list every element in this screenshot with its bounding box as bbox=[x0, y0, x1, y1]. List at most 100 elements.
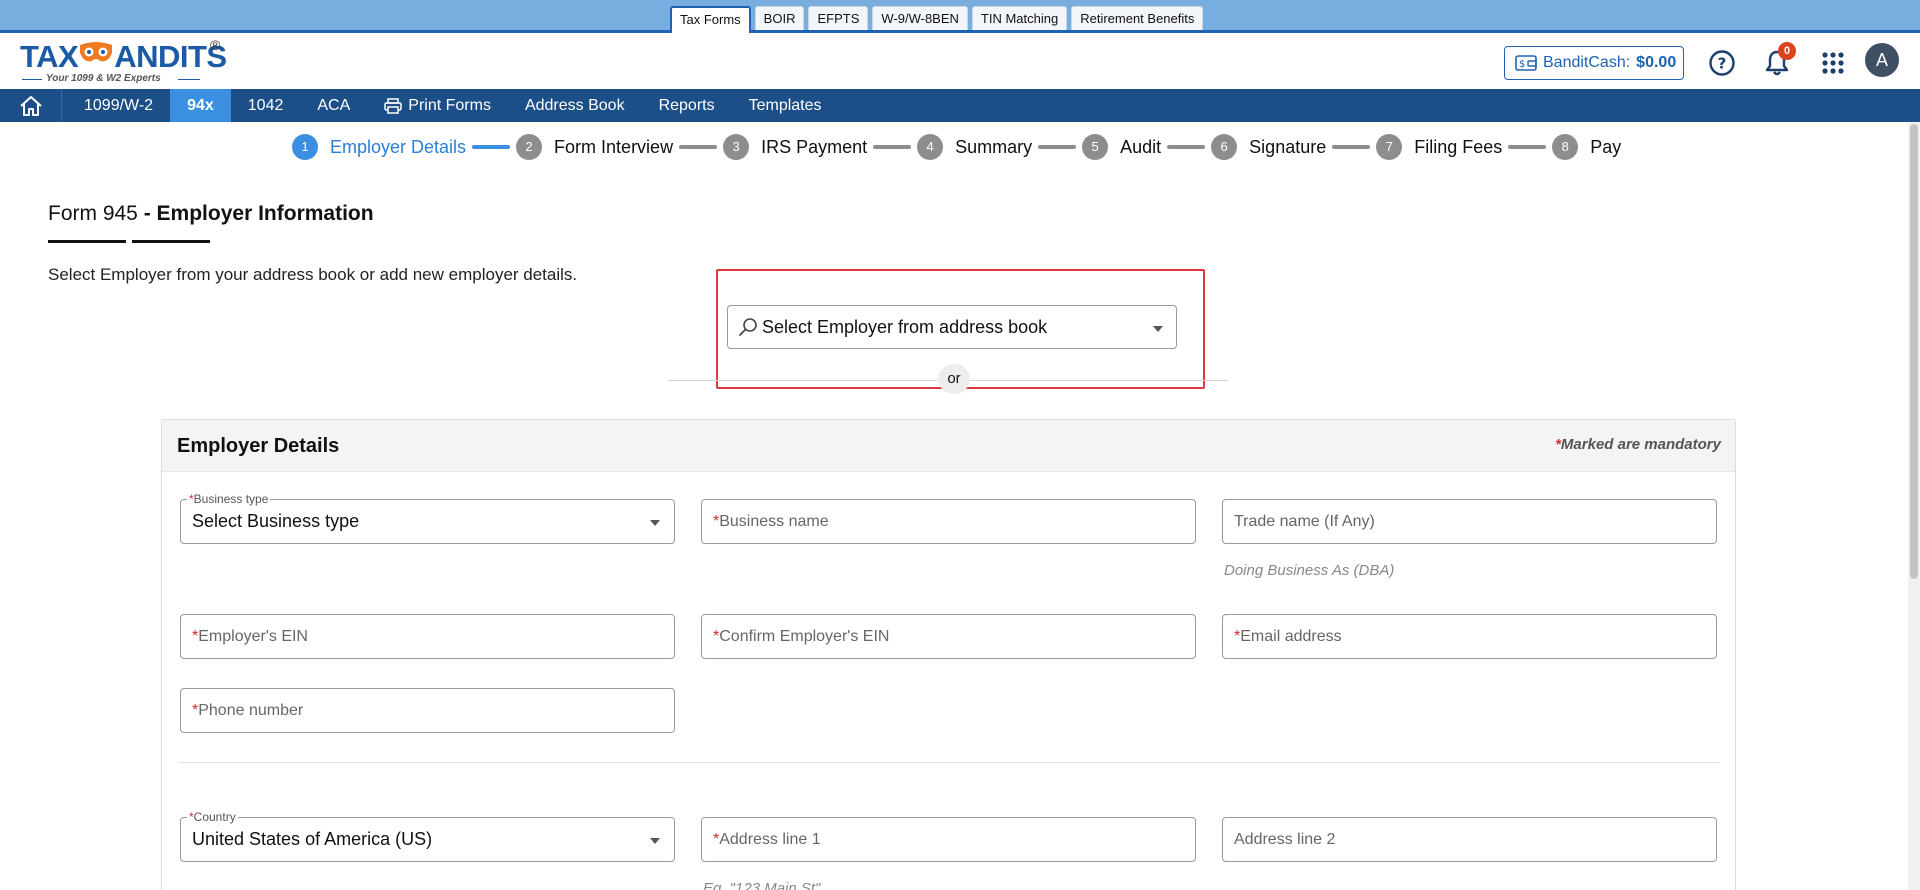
step-number: 4 bbox=[917, 134, 944, 160]
title-text: Employer Information bbox=[156, 202, 374, 225]
employer-instruction: Select Employer from your address book o… bbox=[48, 265, 578, 284]
owl-mask-icon bbox=[80, 42, 113, 62]
tab-tin-matching[interactable]: TIN Matching bbox=[971, 6, 1068, 30]
chevron-down-icon bbox=[650, 520, 660, 526]
step-connector bbox=[1508, 145, 1547, 149]
step-employer-details[interactable]: 1 Employer Details bbox=[292, 134, 516, 160]
step-connector bbox=[1332, 145, 1371, 149]
step-connector bbox=[472, 145, 511, 149]
address-line-2-field[interactable]: Address line 2 bbox=[1222, 817, 1717, 862]
address-line-1-placeholder: Address line 1 bbox=[719, 830, 821, 848]
address-line-2-placeholder: Address line 2 bbox=[1234, 830, 1336, 848]
step-number: 6 bbox=[1211, 134, 1238, 160]
employer-ein-placeholder: Employer's EIN bbox=[198, 627, 308, 645]
app-header: TAX ANDITS ® Your 1099 & W2 Experts $ Ban… bbox=[0, 33, 1920, 89]
logo-tagline: Your 1099 & W2 Experts bbox=[46, 73, 161, 84]
page-scrollbar[interactable] bbox=[1908, 122, 1920, 890]
email-placeholder: Email address bbox=[1240, 627, 1342, 645]
step-connector bbox=[1038, 145, 1077, 149]
step-number: 7 bbox=[1376, 134, 1403, 160]
step-signature[interactable]: 6 Signature bbox=[1211, 134, 1376, 160]
main-nav: 1099/W-2 94x 1042 ACA Print Forms Addres… bbox=[0, 89, 1920, 122]
trade-name-helper: Doing Business As (DBA) bbox=[1224, 562, 1395, 579]
step-number: 1 bbox=[292, 134, 318, 160]
business-type-select[interactable]: *Business type Select Business type bbox=[180, 492, 675, 544]
nav-print-forms-label: Print Forms bbox=[408, 96, 491, 114]
business-type-value: Select Business type bbox=[192, 511, 360, 531]
nav-address-book[interactable]: Address Book bbox=[508, 89, 642, 122]
product-tab-strip: Tax Forms BOIR EFPTS W-9/W-8BEN TIN Matc… bbox=[0, 0, 1920, 33]
step-audit[interactable]: 5 Audit bbox=[1082, 134, 1211, 160]
tab-retirement-benefits[interactable]: Retirement Benefits bbox=[1071, 6, 1204, 30]
step-label: Summary bbox=[955, 136, 1033, 157]
trade-name-field[interactable]: Trade name (If Any) bbox=[1222, 499, 1717, 544]
nav-templates[interactable]: Templates bbox=[732, 89, 839, 122]
chevron-down-icon bbox=[1153, 326, 1163, 332]
business-name-placeholder: Business name bbox=[719, 512, 829, 530]
phone-number-field[interactable]: * Phone number bbox=[180, 688, 675, 733]
card-title: Employer Details bbox=[177, 435, 340, 457]
printer-icon bbox=[384, 97, 403, 114]
step-number: 5 bbox=[1082, 134, 1109, 160]
step-label: Audit bbox=[1120, 136, 1162, 157]
nav-reports[interactable]: Reports bbox=[642, 89, 732, 122]
tab-tax-forms[interactable]: Tax Forms bbox=[670, 6, 751, 33]
bandit-cash-button[interactable]: $ BanditCash: $0.00 bbox=[1504, 46, 1684, 80]
step-irs-payment[interactable]: 3 IRS Payment bbox=[723, 134, 917, 160]
svg-text:?: ? bbox=[1718, 55, 1727, 73]
title-underline bbox=[48, 240, 126, 243]
tab-w9-w8ben[interactable]: W-9/W-8BEN bbox=[872, 6, 968, 30]
logo-tag-line-right bbox=[178, 79, 200, 80]
step-label: Form Interview bbox=[554, 136, 674, 157]
tab-efpts[interactable]: EFPTS bbox=[808, 6, 869, 30]
nav-1099-w2[interactable]: 1099/W-2 bbox=[62, 89, 170, 122]
help-icon[interactable]: ? bbox=[1705, 46, 1739, 80]
employer-ein-field[interactable]: * Employer's EIN bbox=[180, 614, 675, 659]
chevron-down-icon bbox=[650, 838, 660, 844]
select-employer-dropdown[interactable]: Select Employer from address book bbox=[727, 305, 1177, 349]
step-pay[interactable]: 8 Pay bbox=[1552, 134, 1621, 160]
trade-name-placeholder: Trade name (If Any) bbox=[1234, 512, 1375, 530]
step-connector bbox=[873, 145, 912, 149]
title-underline bbox=[132, 240, 210, 243]
confirm-ein-placeholder: Confirm Employer's EIN bbox=[719, 627, 890, 645]
nav-aca[interactable]: ACA bbox=[300, 89, 367, 122]
card-header: Employer Details *Marked are mandatory bbox=[162, 420, 1735, 472]
title-separator: - bbox=[137, 202, 157, 225]
address-line-1-helper: Eg. "123 Main St" bbox=[703, 880, 821, 890]
step-form-interview[interactable]: 2 Form Interview bbox=[516, 134, 723, 160]
search-icon bbox=[739, 318, 757, 336]
notifications-bell-icon[interactable]: 0 bbox=[1760, 42, 1796, 80]
or-label: or bbox=[938, 364, 970, 394]
nav-1042[interactable]: 1042 bbox=[231, 89, 301, 122]
step-filing-fees[interactable]: 7 Filing Fees bbox=[1376, 134, 1552, 160]
form-name: Form 945 bbox=[48, 202, 138, 225]
scrollbar-thumb[interactable] bbox=[1910, 124, 1918, 579]
bandit-cash-amount: $0.00 bbox=[1636, 54, 1677, 71]
nav-94x[interactable]: 94x bbox=[170, 89, 231, 122]
nav-home[interactable] bbox=[0, 89, 62, 122]
step-label: Employer Details bbox=[330, 136, 467, 157]
step-connector bbox=[679, 145, 718, 149]
logo-registered-mark: ® bbox=[210, 37, 221, 53]
nav-print-forms[interactable]: Print Forms bbox=[367, 89, 508, 122]
step-label: Signature bbox=[1249, 136, 1327, 157]
country-value: United States of America (US) bbox=[192, 829, 433, 849]
step-number: 2 bbox=[516, 134, 543, 160]
business-name-field[interactable]: * Business name bbox=[701, 499, 1196, 544]
product-tabs: Tax Forms BOIR EFPTS W-9/W-8BEN TIN Matc… bbox=[670, 6, 1204, 33]
tab-boir[interactable]: BOIR bbox=[754, 6, 805, 30]
apps-grid-icon[interactable] bbox=[1816, 46, 1850, 80]
filing-stepper: 1 Employer Details 2 Form Interview 3 IR… bbox=[292, 134, 1621, 160]
taxbandits-logo[interactable]: TAX ANDITS ® Your 1099 & W2 Experts bbox=[20, 37, 230, 85]
email-field[interactable]: * Email address bbox=[1222, 614, 1717, 659]
confirm-ein-field[interactable]: * Confirm Employer's EIN bbox=[701, 614, 1196, 659]
user-avatar[interactable]: A bbox=[1865, 43, 1899, 77]
svg-text:$: $ bbox=[1519, 59, 1525, 70]
logo-wordmark: TAX ANDITS bbox=[20, 39, 227, 74]
address-line-1-field[interactable]: * Address line 1 bbox=[701, 817, 1196, 862]
notification-count-badge: 0 bbox=[1778, 42, 1796, 60]
step-summary[interactable]: 4 Summary bbox=[917, 134, 1082, 160]
step-label: IRS Payment bbox=[761, 136, 868, 157]
country-select[interactable]: *Country United States of America (US) bbox=[180, 810, 675, 862]
